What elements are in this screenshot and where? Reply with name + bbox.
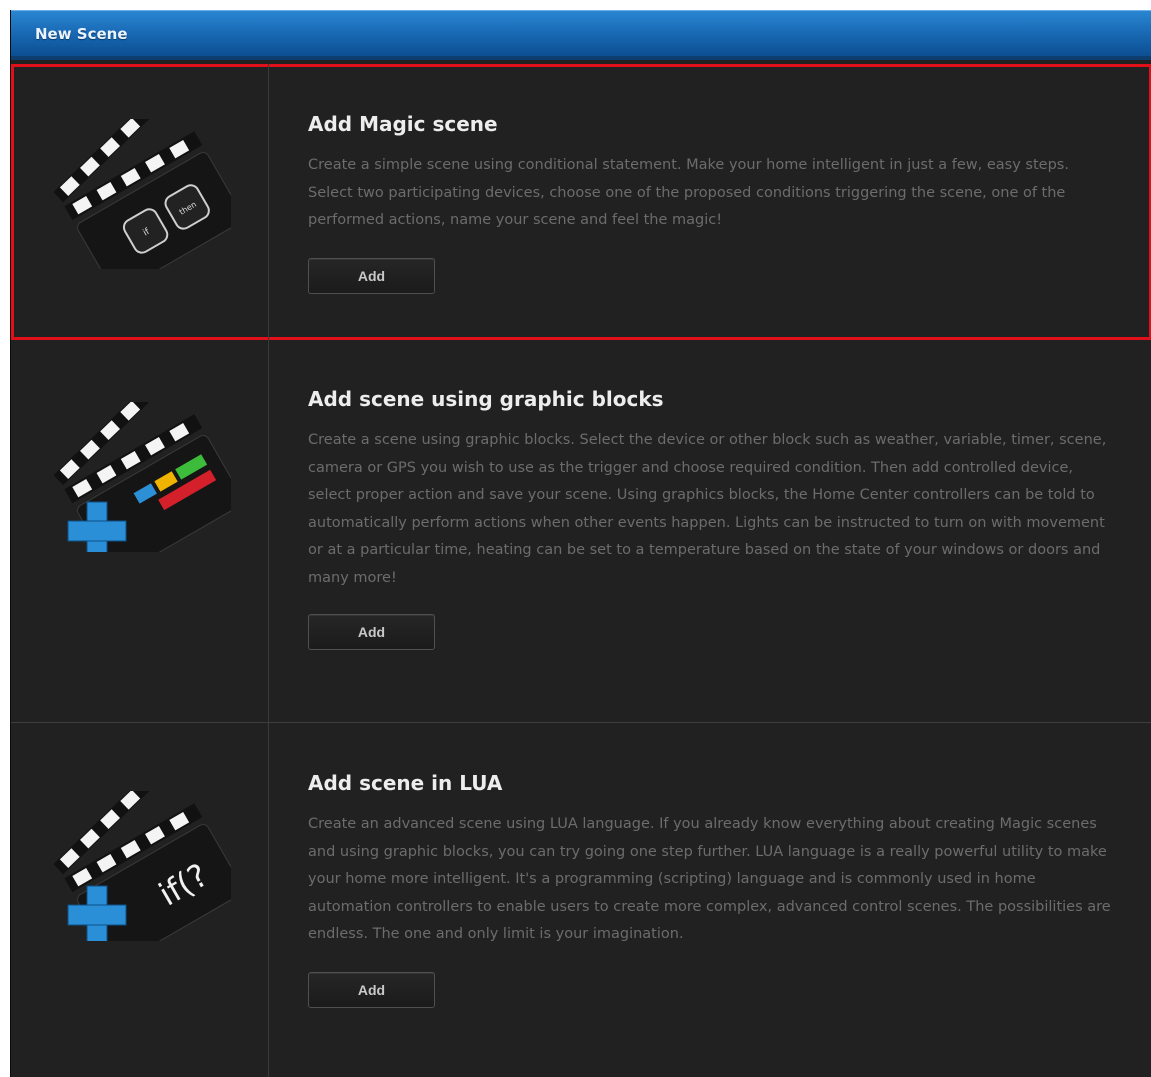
add-magic-scene-button[interactable]: Add [308, 257, 435, 294]
graphic-blocks-scene-option: Add scene using graphic blocks Create a … [11, 340, 1151, 722]
magic-scene-option: if then Add Magic scene Create a simple … [11, 64, 1151, 340]
graphic-blocks-title: Add scene using graphic blocks [308, 387, 664, 411]
add-graphic-blocks-scene-button[interactable]: Add [308, 614, 435, 650]
graphic-blocks-description: Create a scene using graphic blocks. Sel… [308, 432, 1107, 586]
add-lua-scene-button[interactable]: Add [308, 971, 435, 1008]
clapperboard-lua-plus-icon: if(? [53, 791, 231, 941]
lua-scene-content: Add scene in LUA Create an advanced scen… [308, 771, 1112, 1008]
clapperboard-blocks-plus-icon [53, 402, 231, 552]
magic-scene-description: Create a simple scene using conditional … [308, 157, 1069, 228]
clapperboard-if-then-icon: if then [53, 119, 231, 269]
window-titlebar: New Scene [11, 10, 1151, 60]
lua-scene-description: Create an advanced scene using LUA langu… [308, 816, 1111, 942]
graphic-blocks-content: Add scene using graphic blocks Create a … [308, 387, 1112, 650]
window-title: New Scene [35, 24, 128, 43]
lua-scene-title: Add scene in LUA [308, 771, 503, 795]
lua-scene-option: if(? Add scene in LUA Create an advanced… [11, 722, 1151, 1077]
magic-scene-title: Add Magic scene [308, 112, 498, 136]
magic-scene-content: Add Magic scene Create a simple scene us… [308, 112, 1112, 294]
new-scene-window: New Scene if then Add Magic scene Create… [10, 10, 1151, 1077]
